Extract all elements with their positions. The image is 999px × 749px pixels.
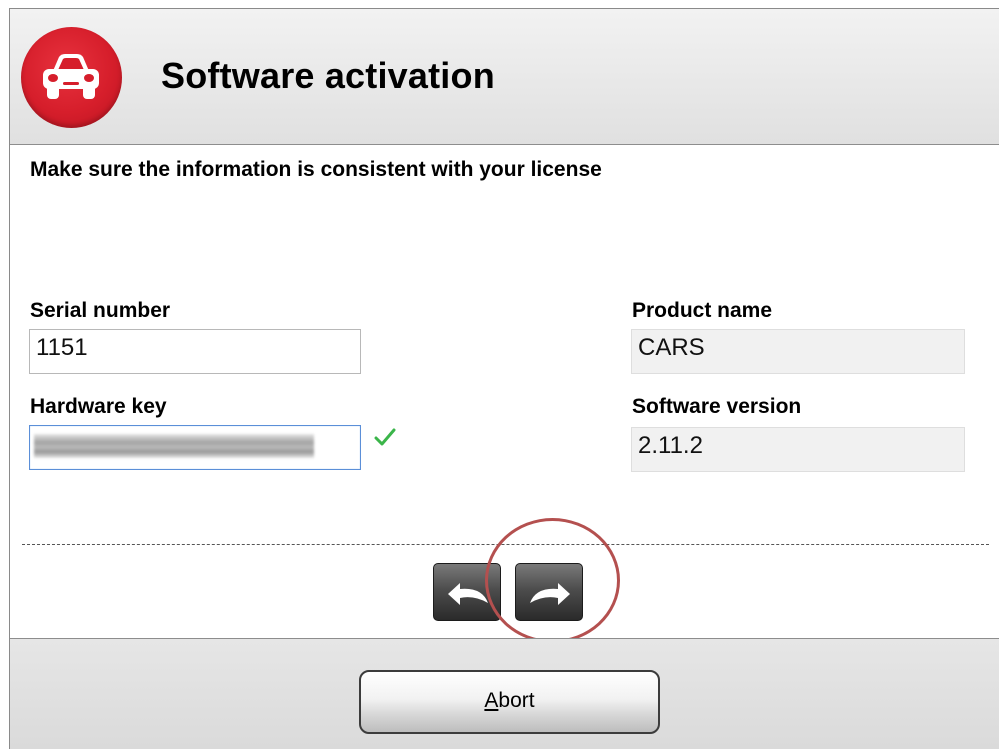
window-header: Software activation <box>10 9 999 145</box>
abort-label-rest: bort <box>498 689 535 712</box>
hardware-key-label: Hardware key <box>30 395 167 418</box>
product-name-label: Product name <box>632 299 773 322</box>
instruction-text: Make sure the information is consistent … <box>30 158 602 181</box>
activation-window: Software activation Make sure the inform… <box>9 8 999 749</box>
checkmark-icon <box>374 427 396 452</box>
product-name-field: CARS <box>631 329 965 374</box>
back-arrow-icon <box>448 583 488 605</box>
back-button[interactable] <box>433 563 501 621</box>
hardware-key-value-redacted <box>34 434 314 458</box>
abort-button[interactable]: Abort <box>359 670 660 734</box>
car-icon <box>21 27 122 128</box>
abort-mnemonic: A <box>484 689 499 712</box>
next-button[interactable] <box>515 563 583 621</box>
serial-number-label: Serial number <box>30 299 171 322</box>
next-arrow-icon <box>530 583 570 605</box>
software-version-label: Software version <box>632 395 802 418</box>
separator-line <box>22 544 989 545</box>
window-title: Software activation <box>161 55 495 96</box>
software-version-field: 2.11.2 <box>631 427 965 472</box>
serial-number-field[interactable]: 1151 <box>29 329 361 374</box>
window-footer: Abort <box>10 638 999 749</box>
hardware-key-field[interactable] <box>29 425 361 470</box>
